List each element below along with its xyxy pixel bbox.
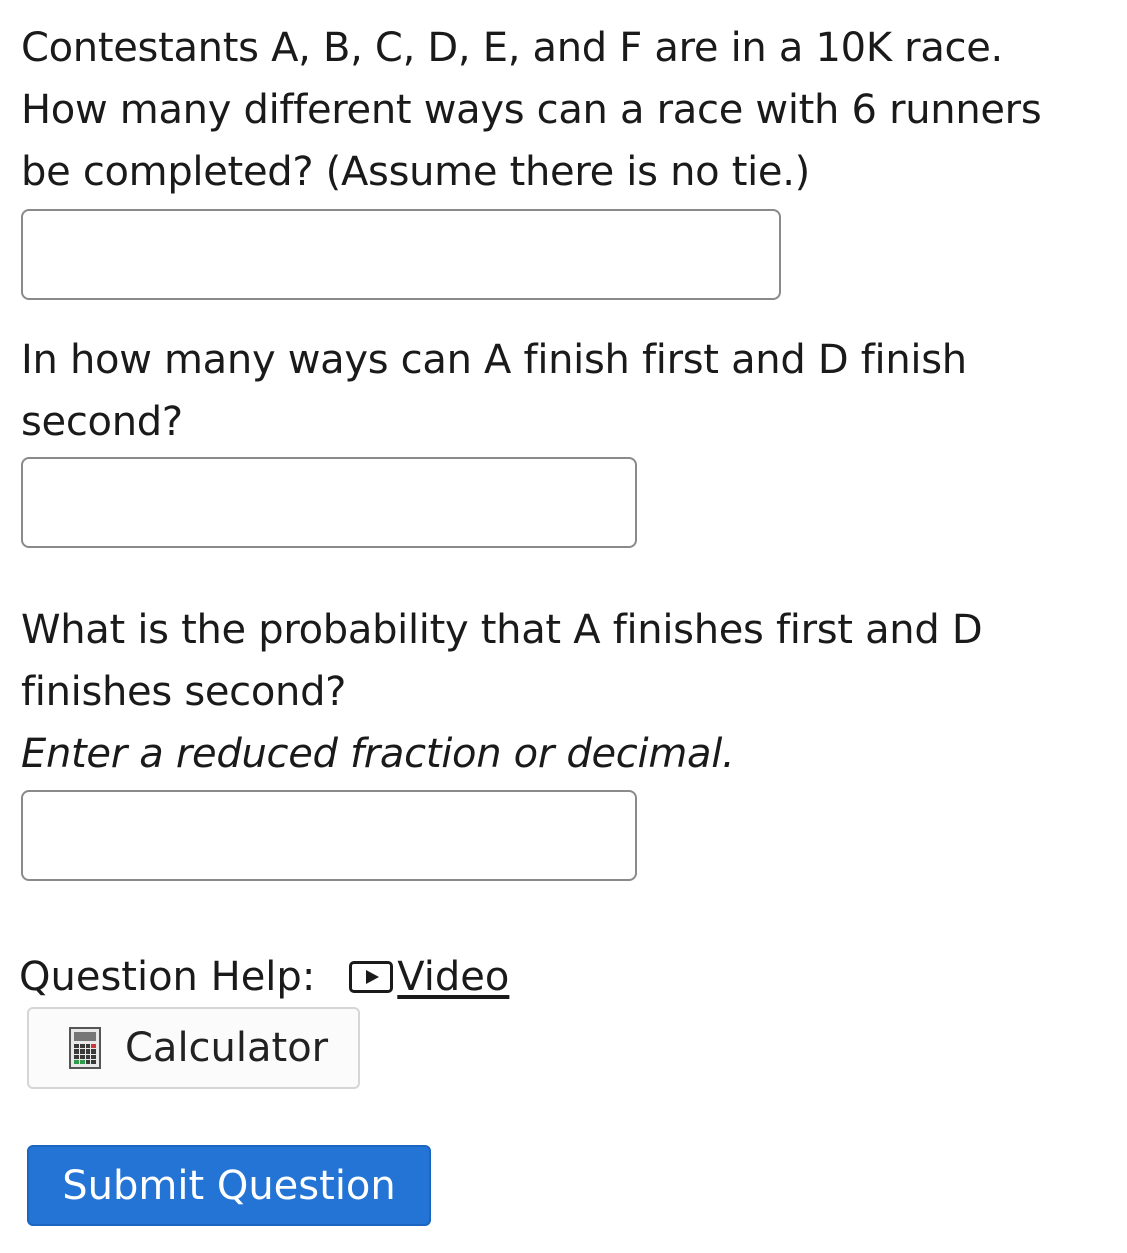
question-3-line-1: What is the probability that A finishes … [21,607,983,653]
video-link-label: Video [397,954,510,1000]
answer-input-1[interactable] [21,209,781,300]
calculator-button[interactable]: Calculator [27,1007,360,1089]
answer-input-3[interactable] [21,790,637,881]
question-3-line-2: finishes second? [21,669,347,715]
question-1-line-2: How many different ways can a race with … [21,87,1042,133]
question-2-line-2: second? [21,399,183,445]
video-play-icon [349,961,394,993]
submit-question-button[interactable]: Submit Question [27,1145,431,1226]
question-1-line-1: Contestants A, B, C, D, E, and F are in … [21,25,1003,71]
question-2-line-1: In how many ways can A finish first and … [21,337,967,383]
calculator-label: Calculator [125,1025,329,1071]
video-link[interactable]: Video [349,954,509,1000]
question-help-label: Question Help: [19,954,316,1000]
question-3-hint: Enter a reduced fraction or decimal. [21,731,735,777]
answer-input-2[interactable] [21,457,637,548]
question-help-row: Question Help: Video [19,946,509,1008]
calculator-icon [69,1027,101,1069]
question-1-line-3: be completed? (Assume there is no tie.) [21,149,810,195]
